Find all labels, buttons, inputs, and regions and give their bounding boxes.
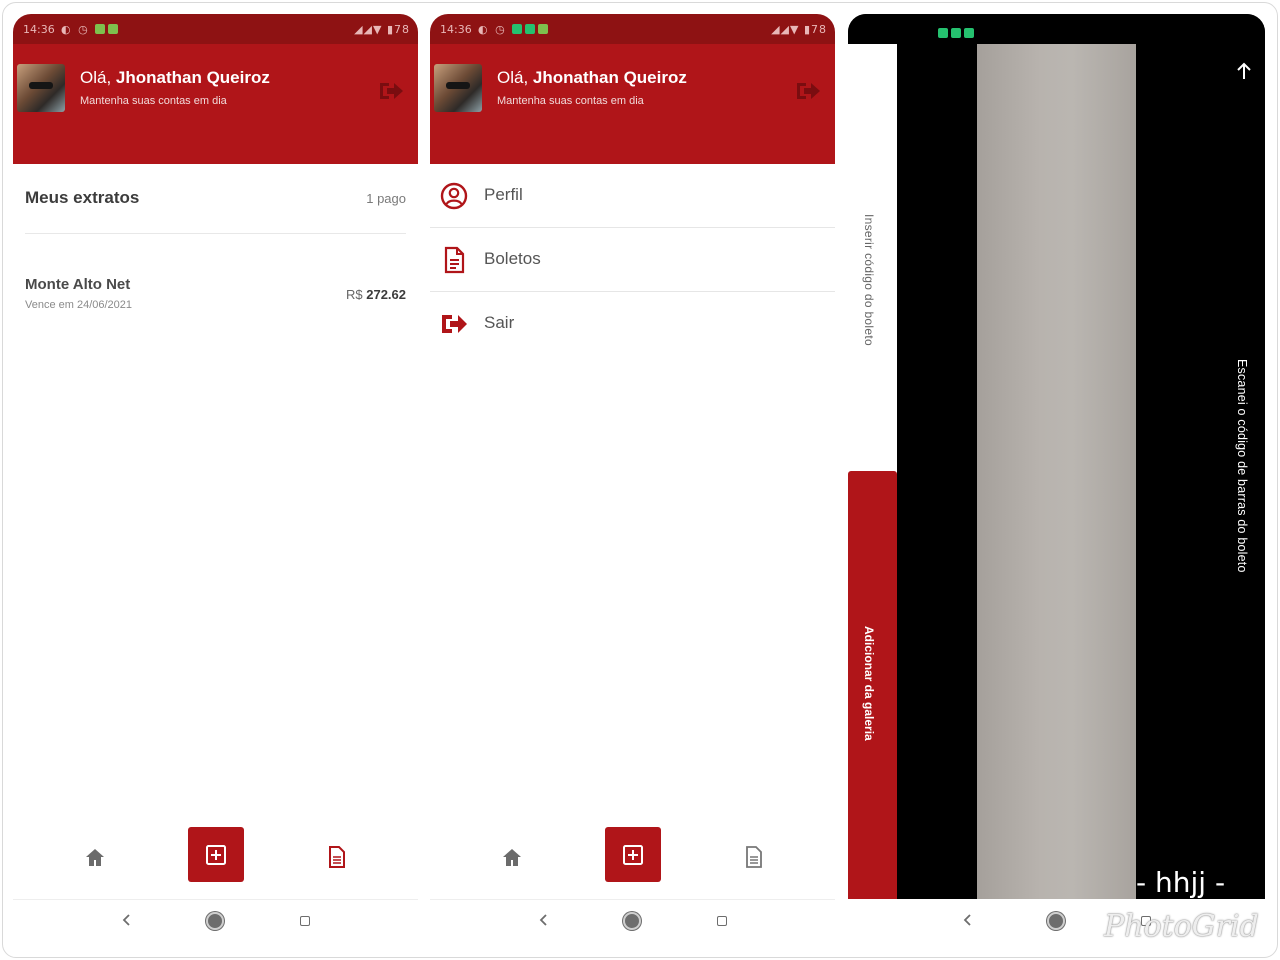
recents-icon[interactable] (717, 916, 727, 926)
arrow-up-icon[interactable] (1235, 62, 1253, 80)
logout-icon (442, 315, 467, 333)
paid-count: 1 pago (366, 191, 406, 206)
home-button-icon[interactable] (206, 912, 224, 930)
photogrid-watermark: PhotoGrid (1104, 909, 1259, 944)
document-icon[interactable] (744, 845, 764, 869)
status-bar (848, 14, 1265, 44)
menu-item-boletos[interactable]: Boletos (430, 228, 835, 292)
recents-icon[interactable] (300, 916, 310, 926)
menu-item-sair[interactable]: Sair (430, 292, 835, 356)
bill-amount: R$ 272.62 (345, 287, 406, 302)
greeting: Olá, Jhonathan Queiroz (80, 68, 270, 87)
home-icon[interactable] (84, 847, 106, 869)
scanner-screen: Inserir código do boleto Adicionar da ga… (848, 14, 1265, 944)
avatar[interactable] (434, 64, 482, 112)
menu-item-label: Perfil (484, 185, 523, 204)
status-bar: 14:36 ◐ ◷ ◢◢▼ ▮78 (430, 14, 835, 44)
status-time: 14:36 (23, 23, 55, 36)
bill-name: Monte Alto Net (25, 276, 131, 293)
document-icon[interactable] (327, 845, 347, 869)
insert-code-link[interactable]: Inserir código do boleto (862, 214, 876, 346)
home-screen: 14:36 ◐ ◷ ◢◢▼ ▮78 Olá, Jhonathan Queiroz… (13, 14, 418, 944)
divider (13, 899, 418, 900)
menu-item-perfil[interactable]: Perfil (430, 164, 835, 228)
divider (25, 233, 406, 234)
greeting: Olá, Jhonathan Queiroz (497, 68, 687, 87)
home-icon[interactable] (501, 847, 523, 869)
status-time: 14:36 (440, 23, 472, 36)
home-button-icon[interactable] (623, 912, 641, 930)
status-bar: 14:36 ◐ ◷ ◢◢▼ ▮78 (13, 14, 418, 44)
overlay-text: - hhjj - (1136, 866, 1226, 899)
plus-square-icon (206, 845, 226, 865)
system-nav-bar (13, 902, 418, 942)
signal-battery-icon: ◢◢▼ ▮78 (354, 23, 410, 36)
document-icon (444, 246, 465, 274)
menu-screen: 14:36 ◐ ◷ ◢◢▼ ▮78 Olá, Jhonathan Queiroz… (430, 14, 835, 944)
bottom-nav (13, 824, 418, 894)
header-subtitle: Mantenha suas contas em dia (80, 95, 227, 107)
back-icon[interactable] (536, 911, 550, 929)
camera-scan-area (977, 44, 1136, 899)
add-from-gallery-button[interactable]: Adicionar da galeria (848, 471, 897, 899)
header-subtitle: Mantenha suas contas em dia (497, 95, 644, 107)
menu-item-label: Sair (484, 313, 515, 332)
notification-icons: ◐ ◷ (61, 23, 121, 36)
divider (430, 899, 835, 900)
app-header: Olá, Jhonathan Queiroz Mantenha suas con… (13, 44, 418, 164)
scan-hint: Escanei o código de barras do boleto (1235, 359, 1249, 573)
add-bill-button[interactable] (188, 827, 244, 882)
back-icon[interactable] (960, 911, 974, 929)
extratos-title: Meus extratos (25, 188, 140, 207)
logout-icon[interactable] (795, 80, 821, 102)
plus-square-icon (623, 845, 643, 865)
menu-item-label: Boletos (484, 249, 541, 268)
notification-icons: ◐ ◷ (478, 23, 551, 36)
add-bill-button[interactable] (605, 827, 661, 882)
signal-battery-icon: ◢◢▼ ▮78 (771, 23, 827, 36)
logout-icon[interactable] (378, 80, 404, 102)
bottom-nav (430, 824, 835, 894)
bill-due-date: Vence em 24/06/2021 (25, 299, 133, 311)
gallery-button-label: Adicionar da galeria (862, 626, 876, 741)
back-icon[interactable] (119, 911, 133, 929)
notification-icons (938, 24, 977, 42)
home-button-icon[interactable] (1047, 912, 1065, 930)
system-nav-bar (430, 902, 835, 942)
avatar[interactable] (17, 64, 65, 112)
user-circle-icon (440, 182, 468, 210)
app-header: Olá, Jhonathan Queiroz Mantenha suas con… (430, 44, 835, 164)
